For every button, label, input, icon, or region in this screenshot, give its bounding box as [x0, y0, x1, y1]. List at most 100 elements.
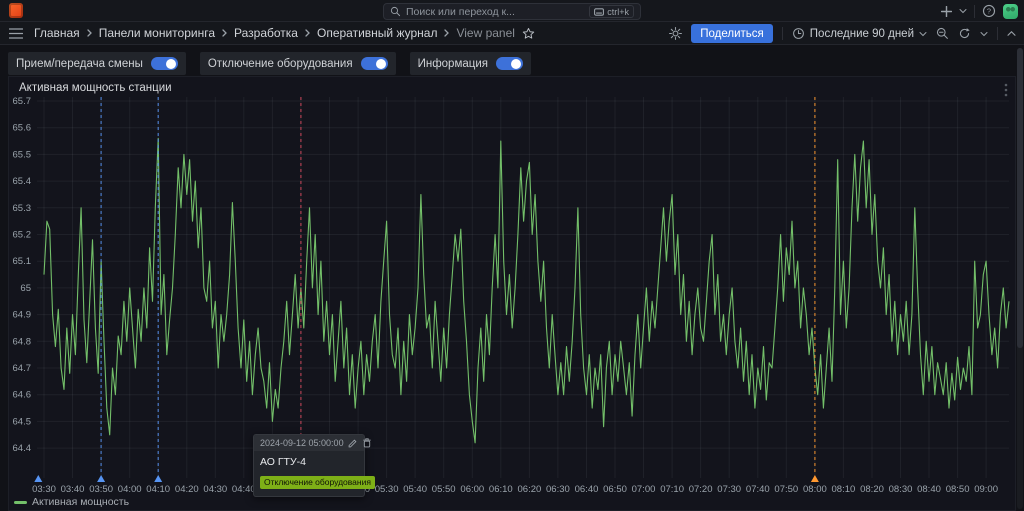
annotation-marker-04:10[interactable]: [154, 475, 162, 482]
divider: [974, 5, 975, 18]
legend-label: Активная мощность: [32, 496, 129, 508]
chevron-right-icon: [87, 29, 92, 37]
chevron-right-icon: [444, 29, 449, 37]
collapse-toolbar-button[interactable]: [1007, 30, 1016, 37]
annotation-marker-08:00[interactable]: [811, 475, 819, 482]
filter-shift-handover-toggle[interactable]: [151, 57, 178, 70]
time-range-picker[interactable]: Последние 90 дней: [792, 27, 927, 40]
refresh-button[interactable]: [958, 27, 971, 40]
chevron-right-icon: [305, 29, 310, 37]
y-axis-tick-label: 65.1: [13, 256, 32, 267]
y-axis-tick-label: 64.6: [13, 390, 32, 401]
x-axis-tick-label: 07:30: [717, 484, 741, 495]
search-icon: [390, 6, 401, 17]
y-axis-tick-label: 64.4: [13, 443, 32, 454]
y-axis-tick-label: 65.3: [13, 203, 32, 214]
zoom-out-button[interactable]: [936, 27, 949, 40]
y-axis-tick-label: 65.5: [13, 149, 32, 160]
edit-annotation-icon[interactable]: [348, 438, 358, 448]
annotation-marker-03:28[interactable]: [34, 475, 42, 482]
add-caret-icon[interactable]: [959, 8, 967, 14]
legend-series-color: [14, 501, 27, 504]
annotation-tooltip-header: 2024-09-12 05:00:00: [254, 435, 364, 451]
x-axis-tick-label: 08:00: [803, 484, 827, 495]
breadcrumb-folder[interactable]: Разработка: [234, 26, 298, 40]
chevron-down-icon: [980, 31, 988, 37]
annotation-timestamp: 2024-09-12 05:00:00: [260, 438, 344, 448]
refresh-interval-caret[interactable]: [980, 31, 988, 37]
refresh-icon: [958, 27, 971, 40]
x-axis-tick-label: 04:30: [203, 484, 227, 495]
annotation-title: АО ГТУ-4: [260, 456, 358, 468]
annotation-tag-badge[interactable]: Отключение оборудования: [260, 476, 375, 489]
filter-equipment-shutdown: Отключение оборудования: [200, 52, 396, 75]
variable-filters: Прием/передача смены Отключение оборудов…: [8, 52, 531, 75]
x-axis-tick-label: 06:20: [518, 484, 542, 495]
share-button[interactable]: Поделиться: [691, 24, 773, 43]
y-axis-tick-label: 64.9: [13, 310, 32, 321]
divider: [997, 27, 998, 40]
filter-information-toggle[interactable]: [496, 57, 523, 70]
x-axis-tick-label: 08:30: [889, 484, 913, 495]
legend-item-active-power[interactable]: Активная мощность: [14, 496, 129, 508]
x-axis-tick-label: 04:00: [118, 484, 142, 495]
add-button[interactable]: [941, 6, 952, 17]
menu-hamburger-icon[interactable]: [9, 28, 23, 39]
x-axis-tick-label: 03:30: [32, 484, 56, 495]
y-axis-tick-label: 64.7: [13, 363, 32, 374]
y-axis-tick-label: 64.8: [13, 336, 32, 347]
x-axis-tick-label: 08:50: [946, 484, 970, 495]
x-axis-tick-label: 07:50: [774, 484, 798, 495]
panel-settings-button[interactable]: [669, 27, 682, 40]
x-axis-tick-label: 05:40: [403, 484, 427, 495]
grafana-logo[interactable]: [9, 3, 23, 18]
x-axis-tick-label: 06:50: [603, 484, 627, 495]
x-axis-tick-label: 05:30: [375, 484, 399, 495]
filter-shift-handover: Прием/передача смены: [8, 52, 186, 75]
filter-equipment-shutdown-toggle[interactable]: [361, 57, 388, 70]
x-axis-tick-label: 03:50: [89, 484, 113, 495]
help-icon: ?: [982, 4, 996, 18]
star-icon[interactable]: [522, 27, 535, 40]
time-range-label: Последние 90 дней: [810, 28, 914, 40]
annotation-tooltip: 2024-09-12 05:00:00 АО ГТУ-4 Отключение …: [253, 434, 365, 497]
top-navbar: Поиск или переход к... ctrl+k ?: [0, 0, 1024, 22]
x-axis-tick-label: 07:40: [746, 484, 770, 495]
y-axis-tick-label: 65.7: [13, 96, 32, 107]
svg-text:?: ?: [987, 7, 991, 16]
x-axis-tick-label: 07:10: [660, 484, 684, 495]
x-axis-tick-label: 05:50: [432, 484, 456, 495]
breadcrumb-home[interactable]: Главная: [34, 26, 80, 40]
search-shortcut-badge: ctrl+k: [589, 5, 634, 18]
chevron-up-icon: [1007, 30, 1016, 37]
breadcrumb-dashboard[interactable]: Оперативный журнал: [317, 26, 437, 40]
search-placeholder: Поиск или переход к...: [406, 6, 584, 18]
clock-icon: [792, 27, 805, 40]
x-axis-tick-label: 04:10: [146, 484, 170, 495]
user-avatar[interactable]: [1003, 4, 1018, 19]
x-axis-tick-label: 06:10: [489, 484, 513, 495]
filter-information: Информация: [410, 52, 531, 75]
scrollbar-thumb[interactable]: [1017, 48, 1023, 348]
help-button[interactable]: ?: [982, 4, 996, 18]
breadcrumb-view-panel: View panel: [456, 26, 515, 40]
x-axis-tick-label: 07:00: [632, 484, 656, 495]
annotation-marker-03:50[interactable]: [97, 475, 105, 482]
power-chart[interactable]: 65.765.665.565.465.365.265.16564.964.864…: [9, 77, 1015, 510]
x-axis-tick-label: 06:30: [546, 484, 570, 495]
breadcrumb-dashboards[interactable]: Панели мониторинга: [99, 26, 215, 40]
divider: [782, 27, 783, 40]
x-axis-tick-label: 07:20: [689, 484, 713, 495]
y-axis-tick-label: 65: [20, 283, 31, 294]
zoom-out-icon: [936, 27, 949, 40]
gear-icon: [669, 27, 682, 40]
chevron-right-icon: [222, 29, 227, 37]
breadcrumb: Главная Панели мониторинга Разработка Оп…: [34, 26, 535, 40]
delete-annotation-icon[interactable]: [362, 438, 372, 448]
page-scrollbar: [1017, 48, 1023, 509]
y-axis-tick-label: 65.2: [13, 230, 32, 241]
search-input[interactable]: Поиск или переход к... ctrl+k: [383, 3, 641, 20]
x-axis-tick-label: 09:00: [974, 484, 998, 495]
x-axis-tick-label: 04:20: [175, 484, 199, 495]
series-line-active-power: [44, 138, 1009, 442]
